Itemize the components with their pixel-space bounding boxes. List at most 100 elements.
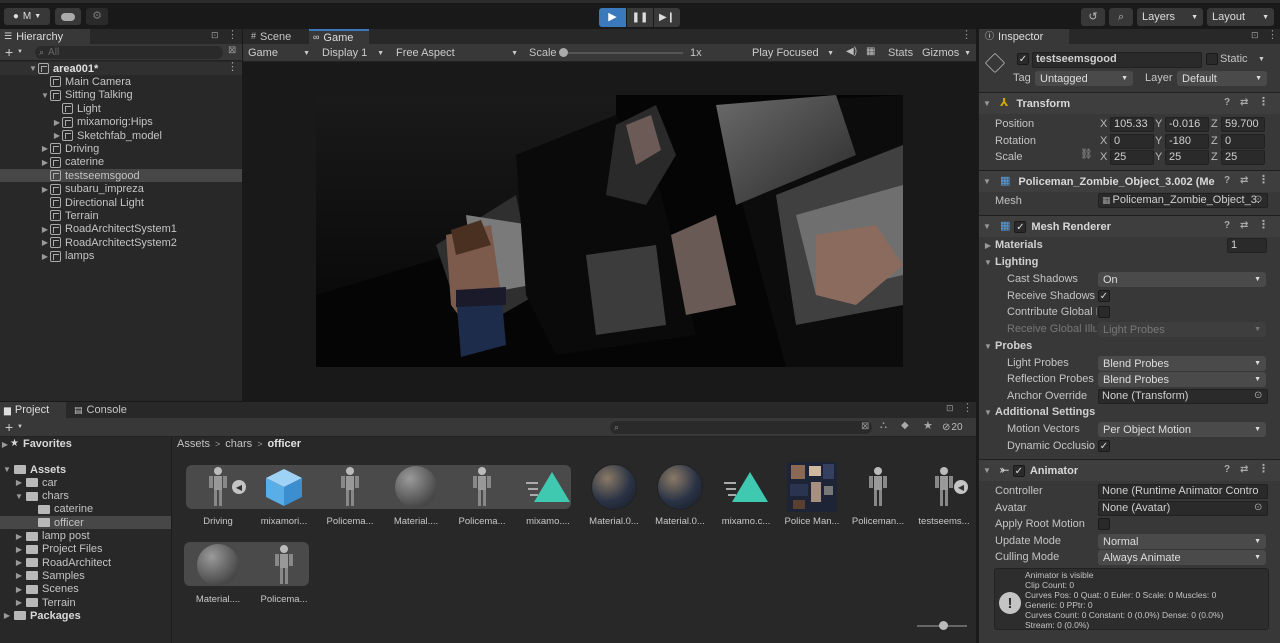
hierarchy-item[interactable]: testseemsgood xyxy=(0,169,242,183)
hierarchy-item[interactable]: ▶ caterine xyxy=(0,156,242,169)
expand-caret[interactable]: ▼ xyxy=(40,91,50,100)
chevron-down-icon[interactable]: ▼ xyxy=(17,49,23,55)
expand-caret[interactable]: ▶ xyxy=(40,185,50,194)
hierarchy-item[interactable]: Main Camera xyxy=(0,75,242,88)
preset-icon[interactable]: ⇄ xyxy=(1240,465,1248,475)
hierarchy-item[interactable]: Light xyxy=(0,102,242,115)
object-picker-icon[interactable]: ⊙ xyxy=(1254,391,1262,401)
expand-caret[interactable]: ▼ xyxy=(982,222,992,231)
pause-button[interactable]: ❚❚ xyxy=(627,8,653,27)
project-folder-item[interactable]: ▶ Samples xyxy=(0,569,171,582)
asset-item[interactable]: Policema... xyxy=(320,462,380,532)
scale-slider-handle[interactable] xyxy=(559,48,568,57)
preset-icon[interactable]: ⇄ xyxy=(1240,98,1248,108)
asset-item[interactable]: Material.... xyxy=(386,462,446,532)
add-icon[interactable]: + xyxy=(5,45,13,59)
play-button[interactable]: ▶ xyxy=(599,8,626,27)
meshrenderer-header[interactable]: ▼ ▦ ✓ Mesh Renderer ? ⇄ ⋮ xyxy=(979,215,1280,237)
chevron-down-icon[interactable]: ▼ xyxy=(17,424,23,430)
update-mode-dropdown[interactable]: Normal ▼ xyxy=(1098,534,1266,549)
lock-icon[interactable]: ⊡ xyxy=(211,31,219,40)
expand-caret[interactable]: ▶ xyxy=(40,158,50,167)
hierarchy-item[interactable]: ▶ RoadArchitectSystem2 xyxy=(0,236,242,249)
expand-caret[interactable]: ▼ xyxy=(983,258,993,267)
root-motion-checkbox[interactable] xyxy=(1098,518,1110,530)
more-icon[interactable]: ⋮ xyxy=(1258,97,1269,108)
culling-mode-dropdown[interactable]: Always Animate ▼ xyxy=(1098,550,1266,565)
lighting-foldout[interactable]: ▼ Lighting xyxy=(983,256,1038,268)
hierarchy-item[interactable]: ▶ Driving xyxy=(0,142,242,155)
cast-shadows-dropdown[interactable]: On ▼ xyxy=(1098,272,1266,287)
expand-caret[interactable]: ▼ xyxy=(983,342,993,351)
materials-count-field[interactable]: 1 xyxy=(1227,238,1267,253)
expand-caret[interactable]: ▼ xyxy=(28,64,38,73)
mesh-renderer-enabled-checkbox[interactable]: ✓ xyxy=(1014,220,1027,233)
expand-caret[interactable]: ▶ xyxy=(40,144,50,153)
more-icon[interactable]: ⋮ xyxy=(1267,30,1278,41)
meshfilter-header[interactable]: ▼ ▦ Policeman_Zombie_Object_3.002 (Me ? … xyxy=(979,170,1280,192)
rotation-x-field[interactable]: 0 xyxy=(1110,134,1154,149)
object-name-field[interactable]: testseemsgood xyxy=(1032,52,1202,68)
scale-x-field[interactable]: 25 xyxy=(1110,150,1154,165)
project-folder-item[interactable]: ▼ chars xyxy=(0,490,171,503)
more-icon[interactable]: ⋮ xyxy=(962,403,973,414)
expand-caret[interactable]: ▶ xyxy=(14,585,24,594)
contribute-gi-checkbox[interactable] xyxy=(1098,306,1110,318)
more-icon[interactable]: ⋮ xyxy=(1258,220,1269,231)
avatar-field[interactable]: None (Avatar) xyxy=(1098,501,1268,516)
layout-dropdown[interactable]: Layout ▼ xyxy=(1207,8,1274,26)
scale-slider[interactable] xyxy=(559,48,683,57)
more-icon[interactable]: ⋮ xyxy=(227,62,238,73)
dynamic-occlusion-checkbox[interactable]: ✓ xyxy=(1098,440,1110,452)
reflection-probes-dropdown[interactable]: Blend Probes ▼ xyxy=(1098,372,1266,387)
rotation-z-field[interactable]: 0 xyxy=(1221,134,1265,149)
project-folder-item[interactable]: ▼ Assets xyxy=(0,463,171,476)
light-probes-dropdown[interactable]: Blend Probes ▼ xyxy=(1098,356,1266,371)
asset-item[interactable]: Material.... xyxy=(188,540,248,610)
layer-dropdown[interactable]: Default ▼ xyxy=(1177,71,1267,86)
asset-item[interactable]: Material.0... xyxy=(584,462,644,532)
speaker-icon[interactable]: ◀) xyxy=(846,47,857,57)
tab-project[interactable]: ▆ Project xyxy=(0,402,66,418)
expand-caret[interactable]: ▶ xyxy=(2,611,12,620)
expand-caret[interactable]: ▶ xyxy=(14,478,24,487)
hierarchy-item[interactable]: ▼ area001* ⋮ xyxy=(0,62,242,75)
gizmos-dropdown[interactable]: Gizmos ▼ xyxy=(917,44,976,62)
expand-caret[interactable]: ▶ xyxy=(14,558,24,567)
history-button[interactable]: ↺ xyxy=(1081,8,1105,26)
mesh-field[interactable]: ▦ Policeman_Zombie_Object_3. xyxy=(1098,193,1268,208)
project-search[interactable]: ⌕ xyxy=(610,421,872,434)
expand-caret[interactable]: ▼ xyxy=(982,466,992,475)
expand-caret[interactable]: ▶ xyxy=(52,131,62,140)
expand-caret[interactable]: ▶ xyxy=(40,252,50,261)
preset-icon[interactable]: ⇄ xyxy=(1240,176,1248,186)
asset-item[interactable]: Policeman... xyxy=(848,462,908,532)
asset-item[interactable]: mixamo.c... xyxy=(716,462,776,532)
expand-caret[interactable]: ▼ xyxy=(14,492,24,501)
project-folder-item[interactable]: caterine xyxy=(0,503,171,516)
position-x-field[interactable]: 105.33 xyxy=(1110,117,1154,132)
hierarchy-search[interactable]: ⌕ All xyxy=(35,46,223,59)
search-options-icon[interactable]: ⊠ xyxy=(228,46,236,56)
stats-button[interactable]: Stats xyxy=(888,47,913,59)
asset-item[interactable]: Policema... xyxy=(452,462,512,532)
project-folder-item[interactable]: ▶ car xyxy=(0,476,171,489)
hierarchy-item[interactable]: ▶ mixamorig:Hips xyxy=(0,116,242,129)
additional-settings-foldout[interactable]: ▼ Additional Settings xyxy=(983,406,1095,418)
object-picker-icon[interactable]: ⊙ xyxy=(1254,195,1262,205)
expand-caret[interactable]: ▶ xyxy=(14,571,24,580)
step-button[interactable]: ▶❙ xyxy=(654,8,680,27)
project-folder-item[interactable]: ▶ lamp post xyxy=(0,530,171,543)
object-picker-icon[interactable]: ⊙ xyxy=(1254,503,1262,513)
rotation-y-field[interactable]: -180 xyxy=(1165,134,1209,149)
project-folder-item[interactable]: ▶ Scenes xyxy=(0,583,171,596)
hierarchy-item[interactable]: Terrain xyxy=(0,209,242,222)
expand-caret[interactable]: ▶ xyxy=(40,225,50,234)
project-folder-item[interactable]: officer xyxy=(0,516,171,530)
expand-caret[interactable]: ▼ xyxy=(2,465,12,474)
position-z-field[interactable]: 59.700 xyxy=(1221,117,1265,132)
zoom-slider[interactable] xyxy=(917,621,967,630)
active-checkbox[interactable]: ✓ xyxy=(1017,53,1029,65)
expand-caret[interactable]: ▶ xyxy=(52,118,62,127)
hidden-packages-toggle[interactable]: ⊘ 20 xyxy=(942,421,963,434)
